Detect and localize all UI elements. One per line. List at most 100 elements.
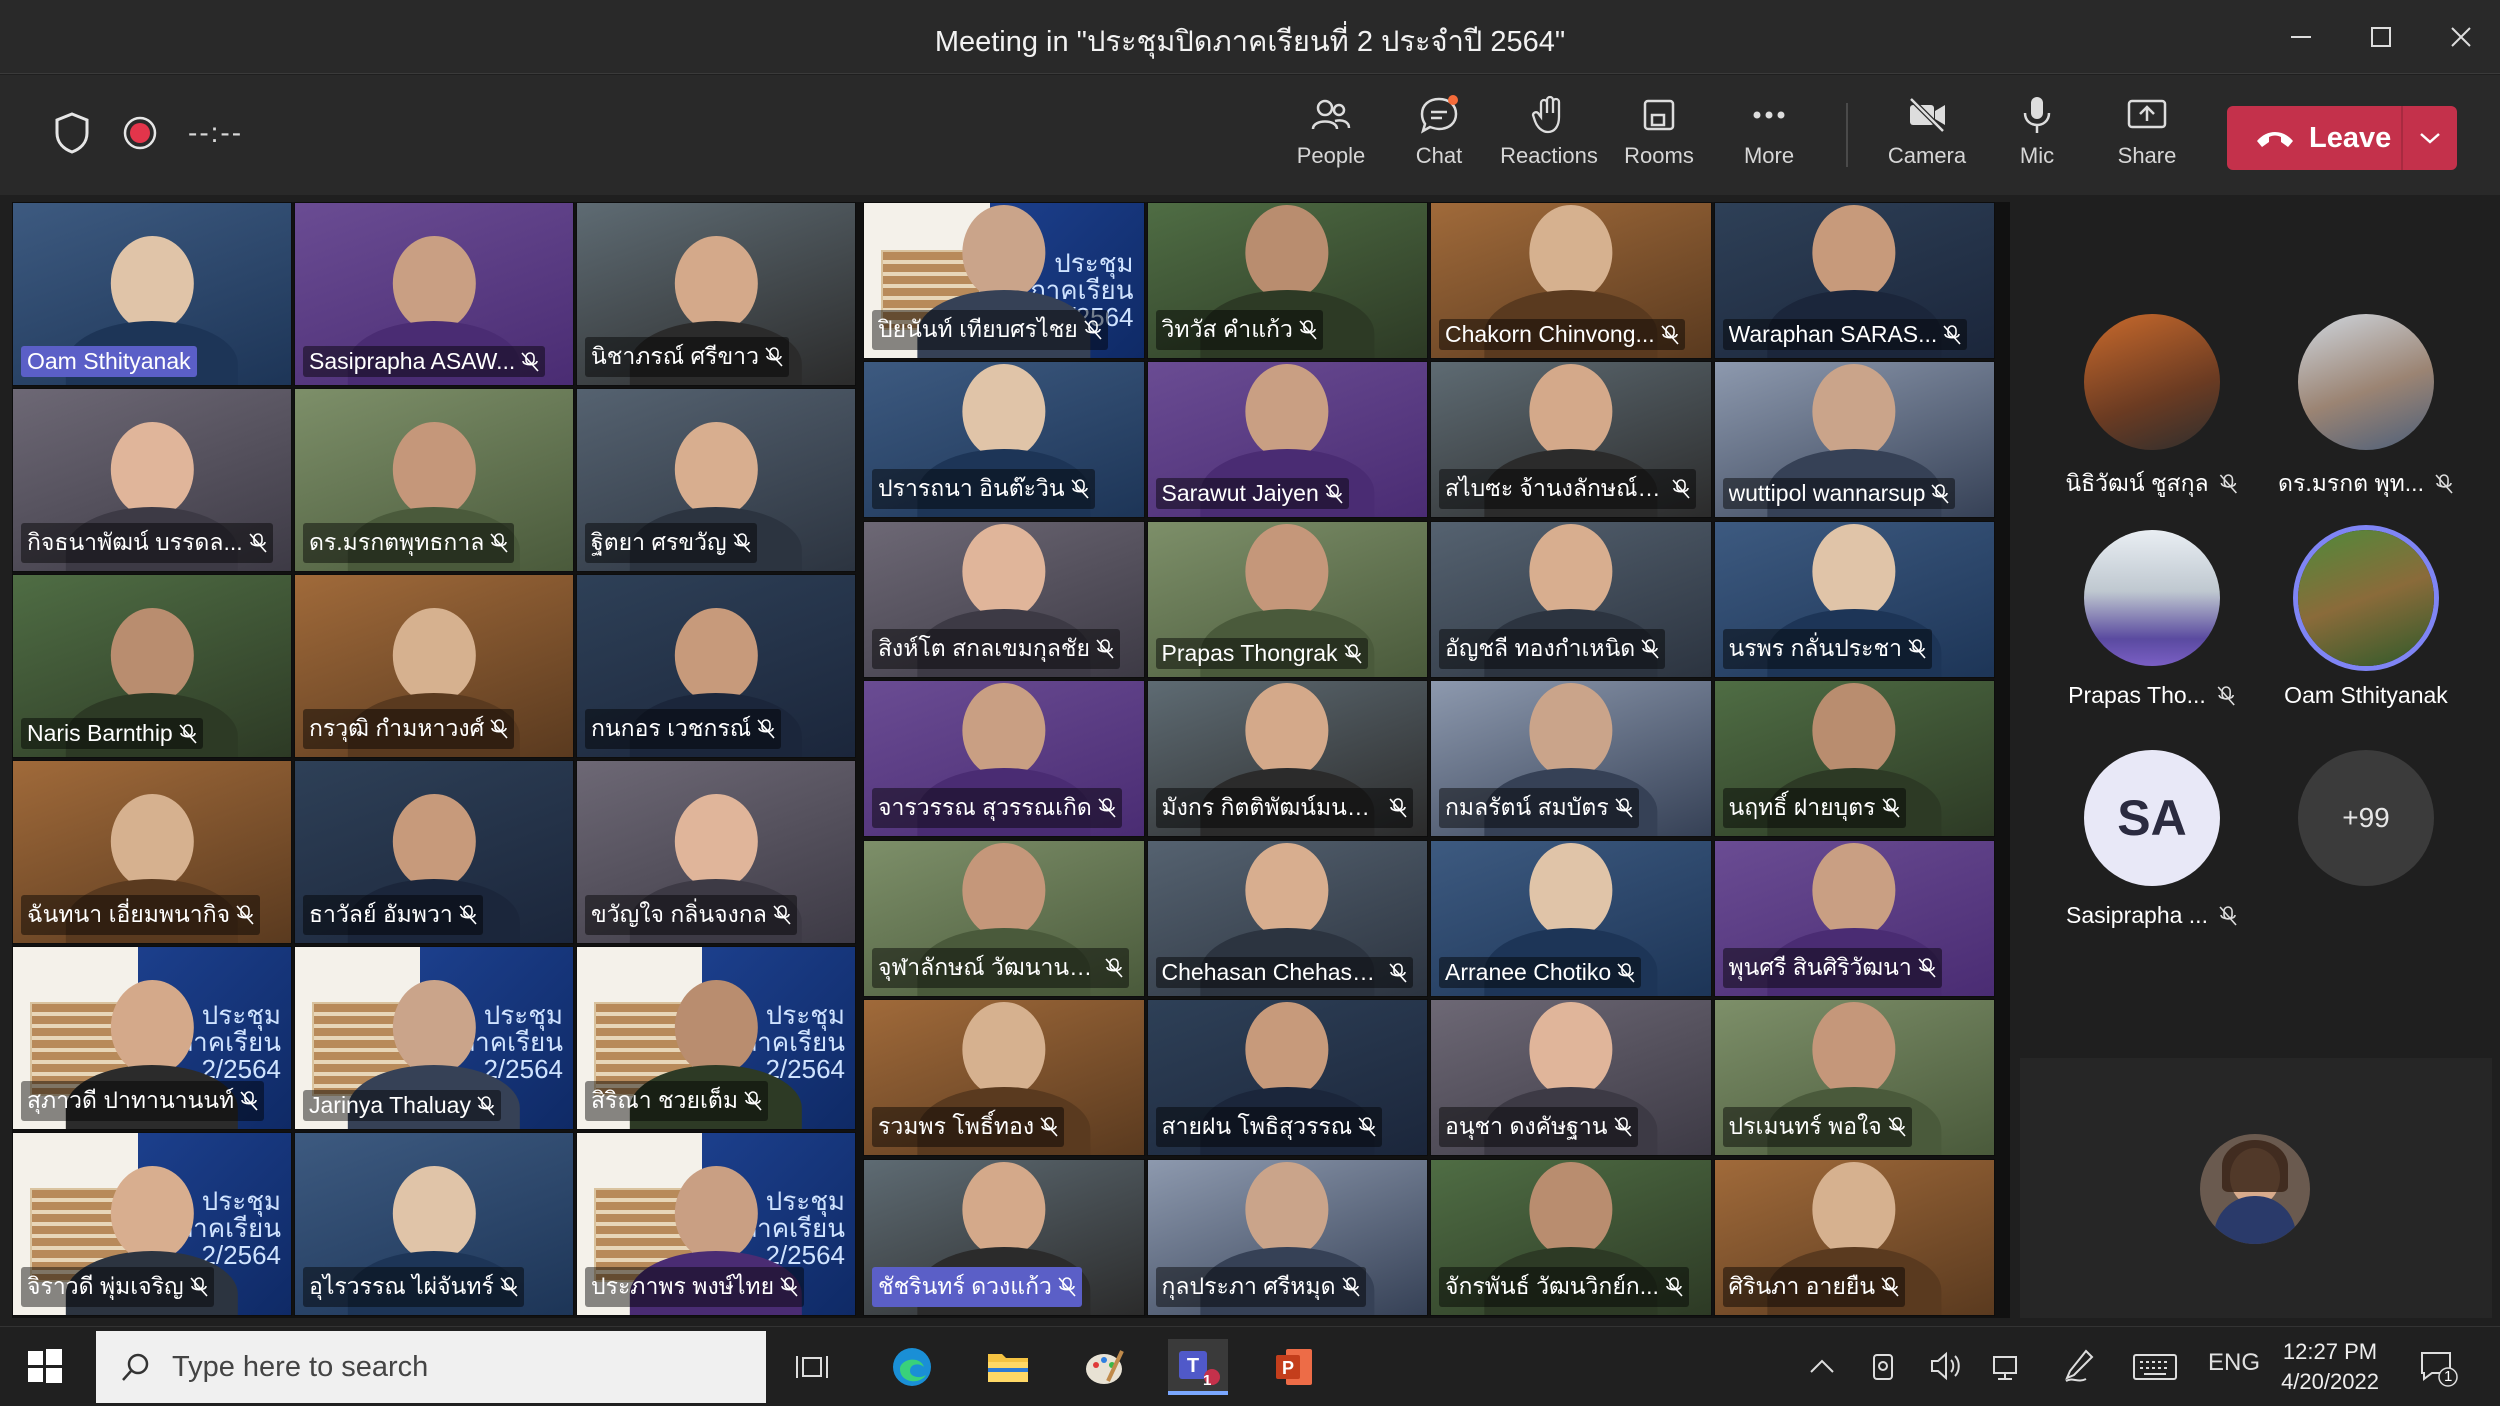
more-participants-button[interactable]: +99 <box>2296 750 2436 886</box>
participant-avatar[interactable]: Prapas Tho... <box>2068 530 2235 708</box>
task-view-button[interactable] <box>782 1339 842 1395</box>
teams-icon: T <box>1179 1351 1220 1385</box>
participant-video-tile[interactable]: กุลประภา ศรีหมุด <box>1146 1159 1428 1316</box>
participant-video-tile[interactable]: สายฝน โพธิสุวรรณ <box>1146 999 1428 1156</box>
participant-face <box>110 793 194 889</box>
powerpoint-button[interactable]: P <box>1264 1339 1324 1395</box>
participant-video-tile[interactable]: ประชุม ปิดภาคเรียน 2/2564 จิราวดี พุ่มเจร… <box>12 1132 292 1316</box>
participant-video-tile[interactable]: จักรพันธ์ วัฒนวิกย์ก... <box>1430 1159 1712 1316</box>
participant-video-tile[interactable]: กิจธนาพัฒน์ บรรดล... <box>12 388 292 572</box>
leave-options-dropdown[interactable] <box>2403 131 2457 145</box>
taskbar-search-box[interactable]: Type here to search <box>96 1331 766 1403</box>
mic-muted-icon <box>190 1277 208 1297</box>
avatar <box>2298 530 2434 666</box>
participant-name-label: ปรเมนทร์ พอใจ <box>1722 1107 1912 1147</box>
windows-taskbar: Type here to search T 1 P ENG 12:27 PM 4… <box>0 1326 2500 1406</box>
keyboard-icon[interactable] <box>2132 1353 2178 1381</box>
network-icon[interactable] <box>1990 1349 2024 1383</box>
participant-avatar[interactable]: ดร.มรกต พุท... <box>2278 314 2453 496</box>
reactions-button[interactable]: Reactions <box>1494 93 1604 183</box>
people-button[interactable]: People <box>1276 93 1386 183</box>
reactions-label: Reactions <box>1500 143 1598 168</box>
participant-name-label: จิราวดี พุ่มเจริญ <box>21 1267 214 1307</box>
participant-video-tile[interactable]: นฤทธิ์ ฝายบุตร <box>1713 680 1995 837</box>
participant-video-tile[interactable]: ประชุม ปิดภาคเรียน 2/2564 ปิยนันท์ เทียบศ… <box>863 202 1145 359</box>
edge-browser-button[interactable] <box>882 1339 942 1395</box>
participant-video-tile[interactable]: ศิรินภา อายยืน <box>1713 1159 1995 1316</box>
leave-button[interactable]: Leave <box>2227 106 2457 170</box>
participant-video-tile[interactable]: Naris Barnthip <box>12 574 292 758</box>
participant-video-tile[interactable]: จุฬาลักษณ์ วัฒนานนท์ <box>863 840 1145 997</box>
participant-video-tile[interactable]: ฐิตยา ศรขวัญ <box>576 388 856 572</box>
participant-name: สุภาวดี ปาทานานนท์ <box>27 1087 235 1113</box>
start-button[interactable] <box>28 1349 62 1388</box>
participant-video-tile[interactable]: วิทวัส คำแก้ว <box>1146 202 1428 359</box>
participant-name: อัญชลี ทองกำเหนิด <box>1445 635 1636 661</box>
participant-video-tile[interactable]: กนกอร เวชกรณ์ <box>576 574 856 758</box>
participant-video-tile[interactable]: กมลรัตน์ สมบัตร <box>1430 680 1712 837</box>
maximize-button[interactable] <box>2342 0 2420 74</box>
shield-icon[interactable] <box>52 111 92 155</box>
participant-video-tile[interactable]: อุไรวรรณ ไผ่จันทร์ <box>294 1132 574 1316</box>
mic-button[interactable]: Mic <box>1982 93 2092 183</box>
participant-video-tile[interactable]: Prapas Thongrak <box>1146 521 1428 678</box>
mic-muted-icon <box>1299 320 1317 340</box>
participant-video-tile[interactable]: ประชุม ปิดภาคเรียน 2/2564 ประภาพร พงษ์ไทย <box>576 1132 856 1316</box>
participant-avatar[interactable]: SA Sasipraphа ... <box>2066 750 2237 928</box>
mic-muted-icon <box>2435 474 2453 494</box>
chat-button[interactable]: Chat <box>1384 93 1494 183</box>
participant-video-tile[interactable]: ขวัญใจ กลิ่นจงกล <box>576 760 856 944</box>
participant-video-tile[interactable]: จารวรรณ สุวรรณเกิด <box>863 680 1145 837</box>
close-window-button[interactable] <box>2422 0 2500 74</box>
participant-avatar-speaking[interactable]: Oam Sthityanak <box>2284 530 2448 708</box>
participant-video-tile[interactable]: สิงห์โต สกลเขมกุลชัย <box>863 521 1145 678</box>
mic-muted-icon <box>236 905 254 925</box>
paint-app-button[interactable] <box>1074 1339 1134 1395</box>
rooms-button[interactable]: Rooms <box>1604 93 1714 183</box>
participant-video-tile[interactable]: มังกร กิตติพัฒน์มนตรี... <box>1146 680 1428 837</box>
participant-video-tile[interactable]: อนุชา ดงคัษฐาน <box>1430 999 1712 1156</box>
participant-video-tile[interactable]: Sarawut Jaiyen <box>1146 361 1428 518</box>
clock-date: 4/20/2022 <box>2281 1369 2379 1394</box>
participant-video-tile[interactable]: wuttipol wannarsup <box>1713 361 1995 518</box>
share-button[interactable]: Share <box>2092 93 2202 183</box>
participant-video-tile[interactable]: ดร.มรกตพุทธกาล <box>294 388 574 572</box>
participant-video-tile[interactable]: กรวุฒิ กำมหาวงศ์ <box>294 574 574 758</box>
participant-name: Sasiprapha ASAW... <box>309 348 516 374</box>
participant-name: ปรเมนทร์ พอใจ <box>1728 1113 1882 1139</box>
participant-video-tile[interactable]: นิชาภรณ์ ศรีขาว <box>576 202 856 386</box>
participant-video-tile[interactable]: นรพร กลั่นประชา <box>1713 521 1995 678</box>
participant-video-tile[interactable]: Chakorn Chinvong... <box>1430 202 1712 359</box>
pen-icon[interactable] <box>2062 1347 2096 1385</box>
teams-app-button[interactable]: T 1 <box>1168 1339 1228 1395</box>
participant-video-tile[interactable]: Sasiprapha ASAW... <box>294 202 574 386</box>
meet-now-icon[interactable] <box>1868 1349 1898 1383</box>
input-language[interactable]: ENG <box>2208 1349 2260 1377</box>
participant-video-tile[interactable]: Waraphan SARAS... <box>1713 202 1995 359</box>
participant-video-tile[interactable]: พุนศรี สินศิริวัฒนา <box>1713 840 1995 997</box>
participant-video-tile[interactable]: Chehasan Chehasa... <box>1146 840 1428 997</box>
file-explorer-button[interactable] <box>978 1339 1038 1395</box>
minimize-button[interactable] <box>2262 0 2340 74</box>
participant-video-tile[interactable]: ชัชรินทร์ ดวงแก้ว <box>863 1159 1145 1316</box>
participant-video-tile[interactable]: ปรารถนา อินต๊ะวิน <box>863 361 1145 518</box>
participant-video-tile[interactable]: ธาวัลย์ อัมพวา <box>294 760 574 944</box>
participant-video-tile[interactable]: อัญชลี ทองกำเหนิด <box>1430 521 1712 678</box>
participant-video-tile[interactable]: ฉันทนา เอี่ยมพนากิจ <box>12 760 292 944</box>
chevron-up-icon[interactable] <box>1808 1355 1836 1377</box>
mic-muted-icon <box>1918 958 1936 978</box>
participant-video-tile[interactable]: ประชุม ปิดภาคเรียน 2/2564 Jarinya Thaluay <box>294 946 574 1130</box>
participant-video-tile[interactable]: ประชุม ปิดภาคเรียน 2/2564 สิริณา ชวยเต็ม <box>576 946 856 1130</box>
participant-avatar[interactable]: นิธิวัฒน์ ชูสกุล <box>2065 314 2238 496</box>
participant-video-tile[interactable]: ปรเมนทร์ พอใจ <box>1713 999 1995 1156</box>
participant-video-tile[interactable]: รวมพร โพธิ์ทอง <box>863 999 1145 1156</box>
participant-video-tile[interactable]: ประชุม ปิดภาคเรียน 2/2564 สุภาวดี ปาทานาน… <box>12 946 292 1130</box>
participant-video-tile[interactable]: Arranee Chotiko <box>1430 840 1712 997</box>
participant-video-tile[interactable]: สไบซะ จ้านงลักษณ์ (ผู้... <box>1430 361 1712 518</box>
leave-main-button[interactable]: Leave <box>2227 106 2403 170</box>
system-clock[interactable]: 12:27 PM 4/20/2022 <box>2270 1337 2390 1397</box>
camera-button[interactable]: Camera <box>1872 93 1982 183</box>
participant-video-tile[interactable]: Oam Sthityanak <box>12 202 292 386</box>
volume-icon[interactable] <box>1928 1349 1964 1383</box>
more-button[interactable]: More <box>1714 93 1824 183</box>
